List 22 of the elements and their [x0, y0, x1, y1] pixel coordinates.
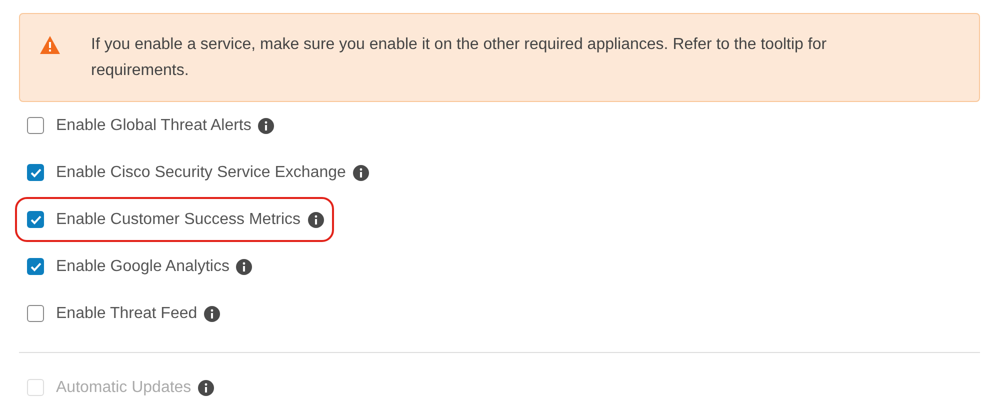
- checkbox-label: Enable Threat Feed: [56, 304, 198, 324]
- info-icon[interactable]: [352, 164, 369, 180]
- info-icon[interactable]: [236, 258, 252, 274]
- checkbox-label: Enable Google Analytics: [56, 256, 230, 276]
- info-icon[interactable]: [308, 212, 324, 228]
- checkbox[interactable]: [27, 117, 44, 134]
- info-icon[interactable]: [258, 118, 274, 134]
- warning-message: If you enable a service, make sure you enable it on the other required appliances. Refer to the tooltip for requirements.: [91, 35, 828, 81]
- info-icon[interactable]: [198, 380, 214, 396]
- check-icon: [30, 262, 42, 272]
- checkbox[interactable]: [27, 258, 44, 275]
- checkbox[interactable]: [27, 164, 44, 181]
- check-icon: [30, 214, 42, 224]
- warning-icon: [40, 36, 60, 54]
- checkbox[interactable]: [27, 211, 44, 228]
- checkbox-label: Enable Global Threat Alerts: [56, 116, 252, 136]
- check-icon: [30, 168, 42, 178]
- checkbox-label: Enable Customer Success Metrics: [56, 210, 301, 230]
- checkbox[interactable]: [27, 305, 44, 322]
- info-icon[interactable]: [204, 306, 220, 322]
- checkbox-label: Automatic Updates: [56, 378, 192, 398]
- checkbox-label: Enable Cisco Security Service Exchange: [56, 162, 346, 182]
